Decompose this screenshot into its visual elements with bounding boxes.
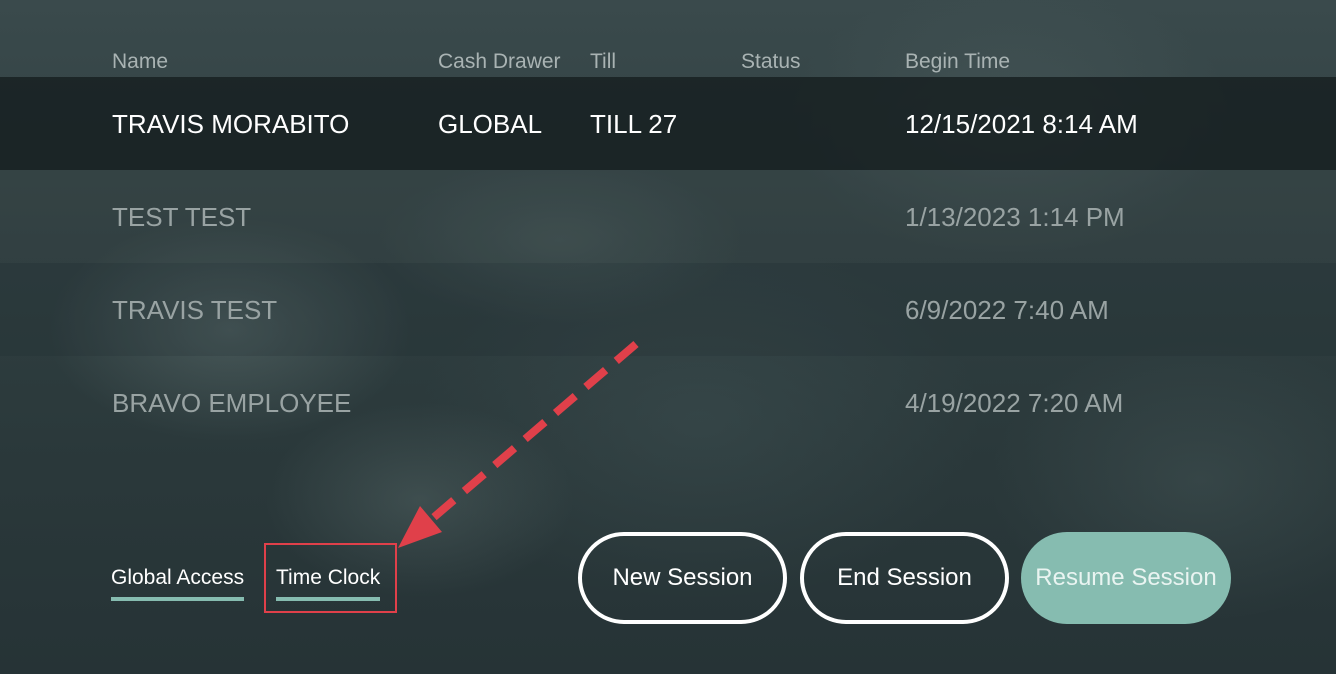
table-row[interactable]: BRAVO EMPLOYEE 4/19/2022 7:20 AM [0,356,1336,449]
session-cash-drawer: GLOBAL [438,109,543,139]
end-session-button[interactable]: End Session [800,532,1009,624]
annotation-highlight-box [264,543,397,613]
table-row-selected[interactable]: TRAVIS MORABITO GLOBAL TILL 27 12/15/202… [0,77,1336,170]
column-header-begin-time: Begin Time [905,50,1011,73]
table-row[interactable]: TEST TEST 1/13/2023 1:14 PM [0,170,1336,263]
session-begin-time: 6/9/2022 7:40 AM [905,295,1109,325]
session-begin-time: 4/19/2022 7:20 AM [905,388,1124,418]
new-session-button[interactable]: New Session [578,532,787,624]
session-begin-time: 12/15/2021 8:14 AM [905,109,1138,139]
end-session-label: End Session [837,564,972,591]
global-access-label: Global Access [111,566,245,589]
global-access-link[interactable]: Global Access [111,566,245,601]
column-header-name: Name [112,50,169,73]
resume-session-label: Resume Session [1035,564,1217,591]
global-access-underline [111,597,245,601]
column-header-cash-drawer: Cash Drawer [438,50,561,73]
session-name: TRAVIS TEST [112,295,278,325]
table-row[interactable]: TRAVIS TEST 6/9/2022 7:40 AM [0,263,1336,356]
resume-session-button[interactable]: Resume Session [1021,532,1231,624]
session-name: TEST TEST [112,202,252,232]
session-till: TILL 27 [590,109,678,139]
table-header: Name Cash Drawer Till Status Begin Time [0,44,1336,78]
session-screen: Name Cash Drawer Till Status Begin Time … [0,0,1336,674]
session-name: BRAVO EMPLOYEE [112,388,352,418]
column-header-status: Status [741,50,801,73]
session-begin-time: 1/13/2023 1:14 PM [905,202,1125,232]
new-session-label: New Session [612,564,753,591]
session-name: TRAVIS MORABITO [112,109,350,139]
column-header-till: Till [590,50,617,73]
